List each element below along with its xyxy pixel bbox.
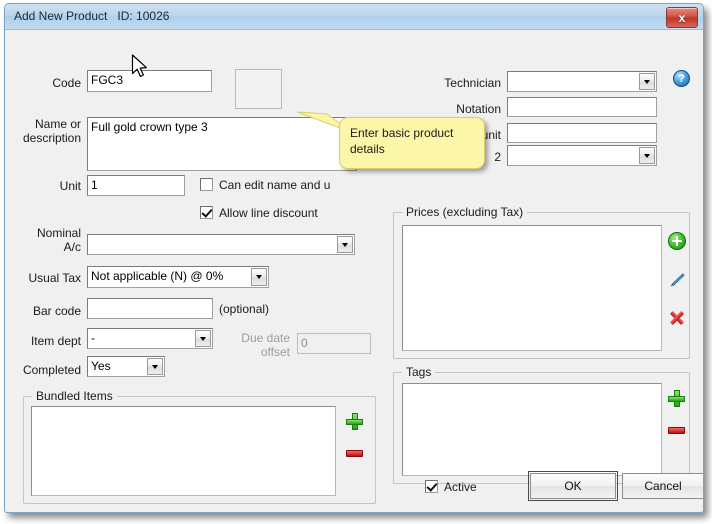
chevron-down-icon [251, 268, 267, 286]
prices-title: Prices (excluding Tax) [402, 205, 528, 219]
mouse-cursor [131, 54, 147, 77]
bundled-items-group: Bundled Items [23, 389, 376, 504]
allow-discount-label[interactable]: Allow line discount [219, 206, 318, 220]
chevron-down-icon [639, 147, 655, 164]
technician-select[interactable] [507, 71, 657, 92]
unit-label: Unit [59, 179, 81, 193]
optional-hint: (optional) [219, 302, 270, 316]
can-edit-label[interactable]: Can edit name and u [219, 178, 330, 192]
unit-input[interactable]: 1 [87, 175, 185, 196]
notation-input[interactable] [507, 97, 657, 117]
dialog-window: Add New Product ID: 10026 x Code FGC3 Na… [4, 3, 704, 513]
minus-icon [346, 450, 363, 457]
close-icon: x [678, 10, 686, 25]
code-label: Code [52, 76, 81, 90]
tags-title: Tags [402, 365, 436, 379]
chevron-down-icon [195, 330, 211, 347]
due-date-offset-label: Due date offset [241, 331, 290, 359]
minus-icon [668, 427, 685, 434]
dialog-client-area: Code FGC3 Name or description Full gold … [7, 31, 703, 511]
name-label: Name or description [22, 117, 81, 145]
usual-tax-label: Usual Tax [28, 271, 81, 285]
tooltip-callout: Enter basic product details [339, 117, 485, 169]
tags-list[interactable] [402, 383, 662, 476]
circle-plus-icon [668, 232, 686, 250]
title-bar: Add New Product ID: 10026 x [5, 4, 703, 30]
nominal-ac-select[interactable] [87, 234, 355, 255]
technician-label: Technician [444, 76, 501, 90]
tags-group: Tags [393, 365, 690, 484]
active-label[interactable]: Active [444, 480, 477, 494]
plus-icon [346, 413, 363, 430]
prices-list[interactable] [402, 225, 662, 351]
chevron-down-icon [639, 73, 655, 90]
chevron-down-icon [337, 236, 353, 253]
item-dept-select[interactable]: - [87, 328, 213, 349]
work-time-input[interactable] [507, 123, 657, 143]
due-date-offset-input: 0 [297, 333, 371, 354]
plus-icon [668, 390, 685, 407]
bar-code-label: Bar code [32, 304, 81, 318]
nominal-ac-label: Nominal A/c [36, 226, 81, 254]
item-dept-label: Item dept [30, 334, 81, 348]
bundled-items-title: Bundled Items [32, 389, 117, 403]
completed-value: Yes [91, 359, 111, 373]
prices-group: Prices (excluding Tax) [393, 205, 690, 359]
item-dept-value: - [91, 331, 95, 345]
usual-tax-select[interactable]: Not applicable (N) @ 0% [87, 266, 269, 288]
close-button[interactable]: x [666, 7, 698, 28]
x-icon [668, 309, 686, 327]
allow-discount-checkbox[interactable] [200, 206, 213, 219]
notation-label: Notation [456, 102, 501, 116]
bundled-items-list[interactable] [31, 406, 336, 496]
usual-tax-value: Not applicable (N) @ 0% [91, 269, 224, 283]
pencil-icon [667, 270, 687, 290]
tooltip-text: Enter basic product details [350, 126, 454, 156]
field4-select[interactable] [507, 145, 657, 166]
window-title: Add New Product ID: 10026 [14, 9, 170, 23]
ok-button[interactable]: OK [528, 471, 618, 501]
chevron-down-icon [147, 358, 163, 375]
completed-select[interactable]: Yes [87, 356, 165, 377]
completed-label: Completed [22, 363, 81, 377]
help-icon[interactable]: ? [673, 70, 690, 87]
active-checkbox[interactable] [425, 480, 438, 493]
cancel-button[interactable]: Cancel [622, 473, 703, 499]
color-swatch[interactable] [235, 69, 282, 109]
bar-code-input[interactable] [87, 298, 213, 319]
can-edit-checkbox[interactable] [200, 178, 213, 191]
